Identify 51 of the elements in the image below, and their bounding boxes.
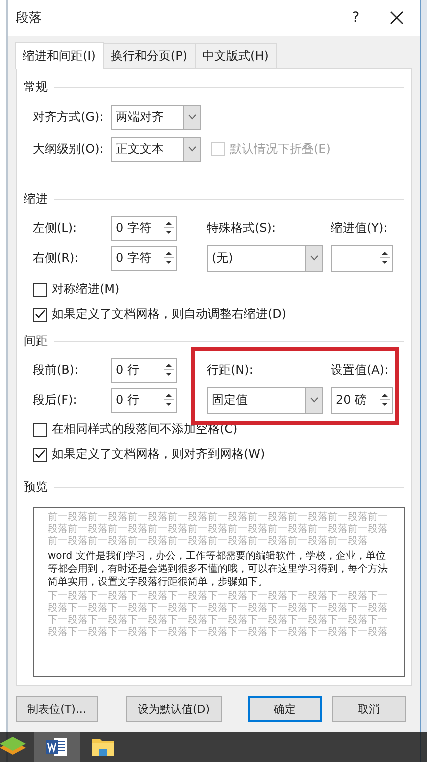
close-icon	[390, 11, 404, 25]
field-label: 左侧(L):	[33, 220, 78, 236]
special-indent-select[interactable]: (无)	[207, 244, 323, 272]
preview-text: word 文件是我们学习，办公，工作等都需要的编辑软件，学校，企业，单位等都会用到，有时还是会遇到很多不懂的哦，可以在这里学习得到，每个方法简单实用，设置文字段落行距很简单，步骤如下。	[48, 550, 389, 589]
section-title: 缩进	[24, 190, 48, 208]
spacing-value-spinner[interactable]: 20 磅	[331, 386, 393, 414]
field-label: 右侧(R):	[33, 250, 80, 266]
chevron-down-icon	[188, 146, 196, 152]
dialog-button[interactable]: 制表位(T)...	[16, 696, 98, 722]
dialog-button[interactable]: 确定	[248, 696, 322, 722]
tab[interactable]: 中文版式(H)	[194, 43, 277, 68]
field-label: 缩进值(Y):	[331, 220, 389, 236]
document-app-icon	[46, 737, 68, 757]
folder-icon	[91, 737, 115, 757]
tab[interactable]: 缩进和间距(I)	[15, 42, 104, 69]
line-spacing-select[interactable]: 固定值	[207, 386, 323, 414]
checkbox-label: 如果定义了文档网格，则自动调整右缩进(D)	[52, 306, 287, 323]
taskbar-app[interactable]	[34, 732, 80, 762]
preview-text: 下一段落下一段落下一段落下一段落下一段落下一段落下一段落下一段落下一段落下一段落下一段落下一段落下一段落下一段落下一段落下一段落下一段落下一段落下一段落下一段落下一段落下一段落下一段落下一段落下一段落下一段落下一段落下一段落下一段落下一段落下一段落下一段落下一段落下一段落	[48, 591, 389, 639]
chevron-down-icon	[310, 255, 318, 261]
section-title: 预览	[24, 478, 48, 496]
help-button[interactable]: ?	[338, 3, 374, 33]
field-label: 大纲级别(O):	[33, 140, 105, 158]
checkbox[interactable]	[33, 308, 47, 322]
space-after-spinner[interactable]: 0 行	[111, 388, 177, 412]
chevron-down-icon	[188, 114, 196, 120]
checkbox[interactable]	[33, 282, 47, 296]
window-title: 段落	[16, 10, 42, 27]
checkbox[interactable]	[33, 422, 47, 436]
checkbox-label: 默认情况下折叠(E)	[230, 140, 331, 158]
preview-text: 前一段落前一段落前一段落前一段落前一段落前一段落前一段落前一段落前一段落前一段落前一段落前一段落前一段落前一段落前一段落前一段落前一段落前一段落前一段落前一段落前一段落前一段落前一段落前一段落前一段落	[48, 512, 389, 548]
space-before-spinner[interactable]: 0 行	[111, 358, 177, 382]
left-indent-spinner[interactable]: 0 字符	[111, 216, 177, 240]
right-indent-spinner[interactable]: 0 字符	[111, 246, 177, 270]
dialog-button[interactable]: 设为默认值(D)	[126, 696, 222, 722]
section-title: 常规	[24, 78, 48, 96]
outline-level-select[interactable]: 正文文本	[111, 136, 201, 162]
section-title: 间距	[24, 332, 48, 350]
field-label: 段前(B):	[33, 362, 80, 378]
field-label: 设置值(A):	[331, 362, 390, 378]
field-label: 对齐方式(G):	[33, 108, 105, 126]
checkbox-label: 对称缩进(M)	[52, 281, 120, 298]
field-label: 行距(N):	[207, 362, 254, 378]
checkbox-label: 如果定义了文档网格，则对齐到网格(W)	[52, 446, 266, 463]
alignment-select[interactable]: 两端对齐	[111, 104, 201, 130]
chevron-down-icon	[310, 397, 318, 403]
checkbox[interactable]	[33, 448, 47, 462]
stacked-layers-icon	[0, 736, 26, 758]
dialog-button[interactable]: 取消	[332, 696, 406, 722]
field-label: 特殊格式(S):	[207, 220, 278, 236]
field-label: 段后(F):	[33, 392, 78, 408]
